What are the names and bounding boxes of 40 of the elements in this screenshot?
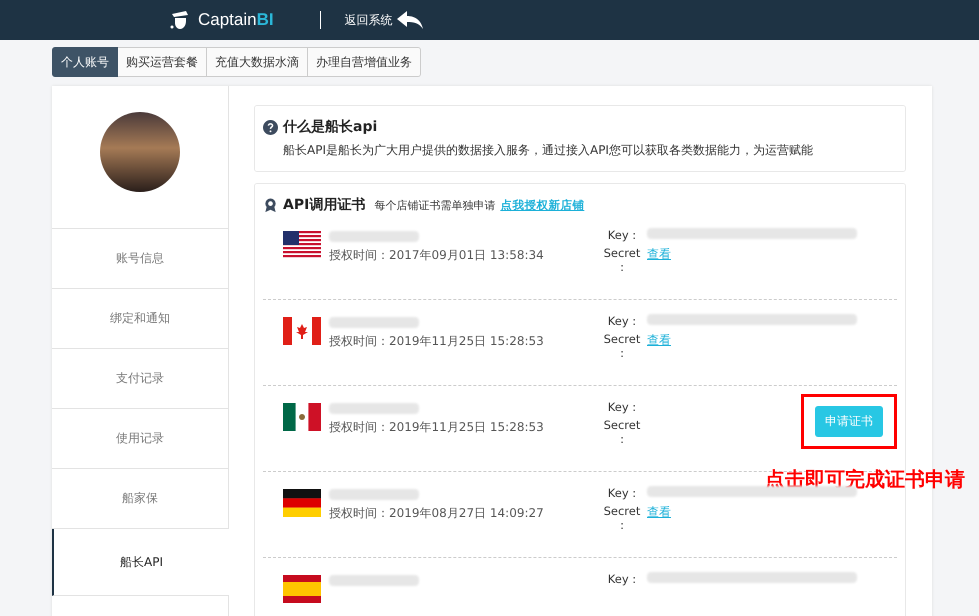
secret-label: Secret : (603, 504, 641, 532)
secret-label: Secret : (603, 246, 641, 274)
authorization-time: 授权时间：2019年08月27日 14:09:27 (329, 505, 544, 522)
flag-icon (283, 575, 321, 603)
certificates-title: API调用证书 (283, 196, 366, 214)
key-label: Key : (606, 228, 638, 242)
tab[interactable]: 购买运营套餐 (118, 47, 207, 77)
sidebar-item[interactable]: 账号信息 (52, 229, 228, 289)
secret-label: Secret : (603, 418, 641, 446)
tab[interactable]: 办理自营增值业务 (308, 47, 421, 77)
intro-text: 船长API是船长为广大用户提供的数据接入服务，通过接入API您可以获取各类数据能力，为运营赋能 (283, 142, 814, 159)
sidebar-item[interactable]: 使用记录 (52, 409, 228, 469)
flag-icon (283, 489, 321, 517)
view-link[interactable]: 查看 (647, 504, 671, 521)
flag-icon (283, 317, 321, 345)
logo-text: CaptainBI (198, 10, 274, 30)
key-label: Key : (606, 572, 638, 586)
key-label: Key : (606, 314, 638, 328)
key-label: Key : (606, 400, 638, 414)
authorization-time: 授权时间：2019年11月25日 15:28:53 (329, 419, 544, 436)
flag-icon (283, 231, 321, 259)
view-link[interactable]: 查看 (647, 246, 671, 263)
intro-title: 什么是船长api (283, 118, 378, 136)
back-link[interactable]: 返回系统 (344, 12, 393, 28)
tab[interactable]: 充值大数据水滴 (207, 47, 308, 77)
secret-label: Secret : (603, 332, 641, 360)
sidebar-item[interactable]: 支付记录 (52, 349, 228, 409)
flag-icon (283, 403, 321, 431)
authorization-time: 授权时间：2017年09月01日 13:58:34 (329, 247, 544, 264)
sidebar-item[interactable]: 绑定和通知 (52, 289, 228, 349)
sidebar-item[interactable]: 船长API (52, 529, 229, 596)
back-arrow-icon[interactable] (396, 11, 423, 29)
view-link[interactable]: 查看 (647, 332, 671, 349)
certificates-note: 每个店铺证书需单独申请 (374, 198, 496, 212)
tab[interactable]: 个人账号 (52, 47, 118, 77)
authorize-store-link[interactable]: 点我授权新店铺 (500, 198, 584, 212)
question-icon (263, 120, 278, 134)
key-label: Key : (606, 486, 638, 500)
authorization-time: 授权时间：2019年11月25日 15:28:53 (329, 333, 544, 350)
award-icon (263, 198, 278, 212)
